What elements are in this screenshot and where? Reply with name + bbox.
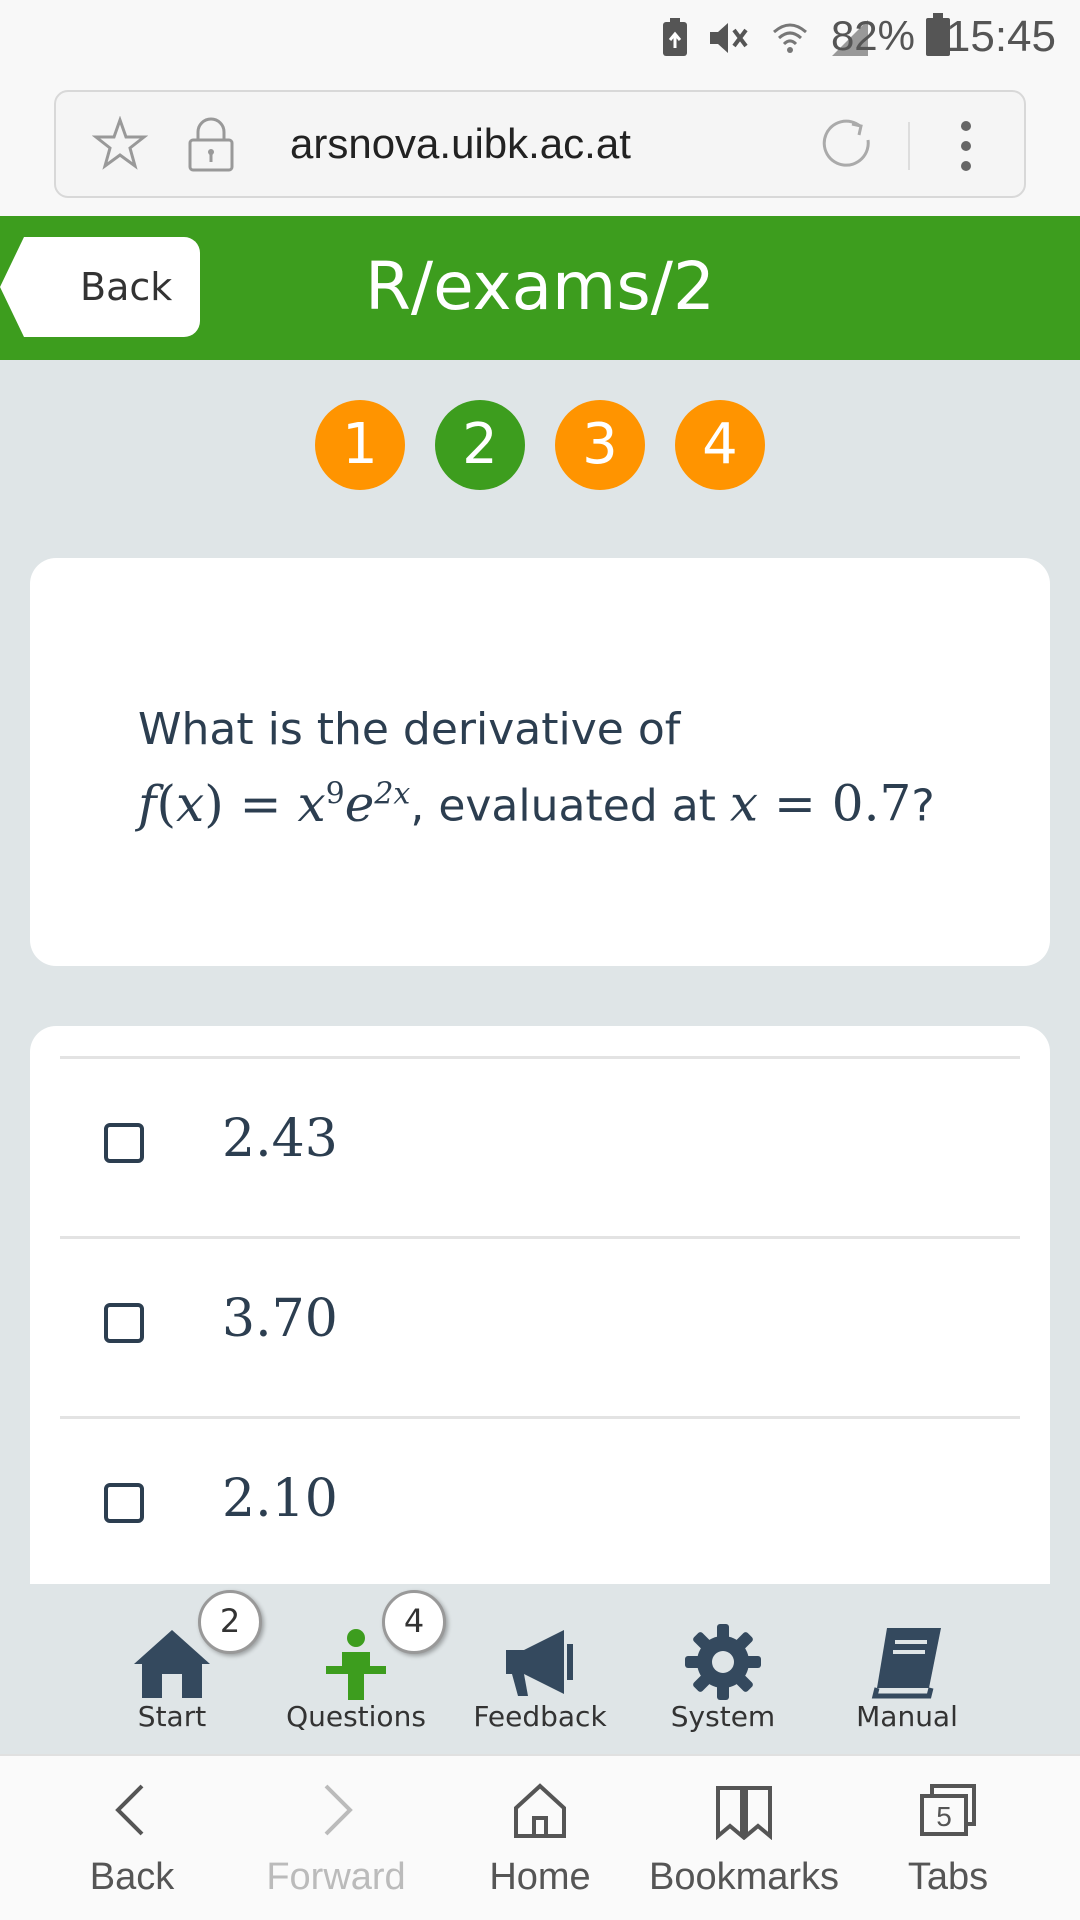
- page-button-1[interactable]: 1: [315, 400, 405, 490]
- question-line-2: f(x) = x9e2x, evaluated at x = 0.7?: [138, 774, 935, 833]
- tab-questions[interactable]: Questions 4: [266, 1584, 446, 1754]
- tabs-count: 5: [936, 1801, 952, 1832]
- question-eval: x = 0.7: [729, 774, 912, 833]
- question-pager: 1 2 3 4: [0, 400, 1080, 490]
- wifi-icon: [773, 23, 807, 53]
- tabs-icon: 5: [920, 1784, 976, 1836]
- megaphone-icon: [506, 1630, 573, 1696]
- question-text: What is the derivative of f(x) = x9e2x, …: [138, 698, 935, 839]
- tab-feedback[interactable]: Feedback: [450, 1584, 630, 1754]
- browser-nav-bar: Back Forward Home Bookmarks 5 Tabs: [0, 1754, 1080, 1920]
- browser-bookmarks-button[interactable]: Bookmarks: [642, 1756, 846, 1920]
- app-tab-bar: Start 2 Questions 4 Feedback System Manu…: [0, 1584, 1080, 1754]
- question-line-1: What is the derivative of: [138, 704, 681, 755]
- status-bar: 82% 15:45: [0, 0, 1080, 76]
- browser-toolbar: arsnova.uibk.ac.at: [0, 76, 1080, 216]
- answer-checkbox[interactable]: [104, 1123, 144, 1163]
- home-outline-icon: [514, 1783, 566, 1838]
- lock-icon[interactable]: [186, 114, 236, 174]
- tab-system[interactable]: System: [633, 1584, 813, 1754]
- reload-icon[interactable]: [820, 116, 876, 172]
- browser-nav-label: Forward: [266, 1856, 406, 1898]
- chevron-right-icon: [324, 1784, 353, 1836]
- browser-tabs-button[interactable]: 5 Tabs: [846, 1756, 1050, 1920]
- battery-saver-icon: [663, 18, 687, 56]
- tab-start[interactable]: Start 2: [82, 1584, 262, 1754]
- address-bar[interactable]: arsnova.uibk.ac.at: [54, 90, 1026, 198]
- battery-percent: 82%: [830, 12, 915, 59]
- page-button-2[interactable]: 2: [435, 400, 525, 490]
- browser-nav-label: Home: [489, 1856, 591, 1898]
- answer-label: 2.43: [222, 1109, 338, 1169]
- question-card: What is the derivative of f(x) = x9e2x, …: [30, 558, 1050, 966]
- browser-forward-button[interactable]: Forward: [234, 1756, 438, 1920]
- tab-manual[interactable]: Manual: [817, 1584, 997, 1754]
- more-vert-icon[interactable]: [956, 120, 976, 172]
- app-header: Back R/exams/2: [0, 216, 1080, 360]
- star-icon[interactable]: [92, 116, 148, 172]
- answer-card: 2.43 3.70 2.10: [30, 1026, 1050, 1584]
- page-button-3[interactable]: 3: [555, 400, 645, 490]
- clock: 15:45: [945, 12, 1056, 61]
- gear-icon: [685, 1624, 761, 1700]
- url-text[interactable]: arsnova.uibk.ac.at: [290, 120, 631, 168]
- answer-option[interactable]: 3.70: [60, 1236, 1020, 1416]
- tab-label: Manual: [856, 1700, 958, 1733]
- browser-back-button[interactable]: Back: [30, 1756, 234, 1920]
- browser-nav-label: Tabs: [907, 1856, 989, 1898]
- browser-nav-label: Bookmarks: [648, 1856, 840, 1898]
- tab-label: Feedback: [473, 1700, 607, 1733]
- answer-checkbox[interactable]: [104, 1303, 144, 1343]
- main-content: 1 2 3 4 What is the derivative of f(x) =…: [0, 360, 1080, 1584]
- browser-nav-label: Back: [89, 1856, 175, 1898]
- browser-home-button[interactable]: Home: [438, 1756, 642, 1920]
- book-icon: [871, 1628, 941, 1699]
- tab-label: Questions: [286, 1700, 426, 1733]
- tab-label: Start: [137, 1700, 207, 1733]
- page-title: R/exams/2: [365, 248, 715, 325]
- answer-label: 3.70: [222, 1289, 338, 1349]
- mute-icon: [710, 23, 748, 53]
- answer-option[interactable]: 2.43: [60, 1056, 1020, 1236]
- answer-label: 2.10: [222, 1469, 338, 1529]
- bookmarks-icon: [716, 1786, 772, 1840]
- question-mid-text: , evaluated at: [410, 780, 730, 832]
- questions-badge: 4: [382, 1590, 446, 1654]
- answer-checkbox[interactable]: [104, 1483, 144, 1523]
- tab-label: System: [670, 1700, 776, 1733]
- question-formula: f(x) = x9e2x: [138, 774, 411, 833]
- answer-option[interactable]: 2.10: [60, 1416, 1020, 1584]
- chevron-left-icon: [115, 1784, 144, 1836]
- start-badge: 2: [198, 1590, 262, 1654]
- toolbar-divider: [908, 122, 910, 170]
- page-button-4[interactable]: 4: [675, 400, 765, 490]
